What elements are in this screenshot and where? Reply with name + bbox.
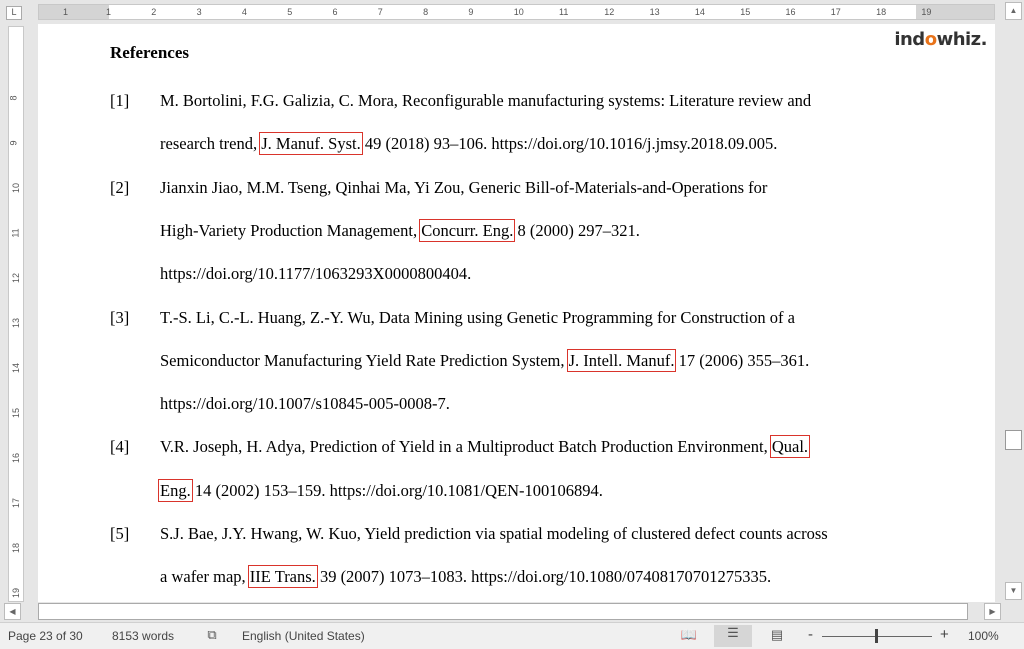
horizontal-scrollbar[interactable]: ◀ ▶ <box>0 602 1003 622</box>
zoom-out-button[interactable]: - <box>808 626 813 643</box>
reference-line: https://doi.org/10.1177/1063293X00008004… <box>160 264 471 284</box>
reference-line: M. Bortolini, F.G. Galizia, C. Mora, Rec… <box>160 91 811 111</box>
journal-highlight: IIE Trans. <box>247 565 318 589</box>
document-page[interactable]: indowhiz. References [1] M. Bortolini, F.… <box>38 24 995 602</box>
reference-text: 8 (2000) 297–321. <box>513 220 640 240</box>
ruler-tick: 19 <box>921 7 932 17</box>
ruler-tick: 11 <box>10 228 21 238</box>
ruler-tick: 8 <box>423 7 429 17</box>
web-layout-icon[interactable]: ▤ <box>768 627 786 645</box>
ruler-tick: 15 <box>740 7 751 17</box>
reference-line: Eng. 14 (2002) 153–159. https://doi.org/… <box>158 478 603 502</box>
ruler-tick: 10 <box>513 7 524 17</box>
reference-number: [1] <box>110 91 130 110</box>
ruler-tick: 9 <box>468 7 474 17</box>
journal-highlight: Qual. <box>769 435 811 459</box>
ruler-tick: 14 <box>11 362 22 374</box>
ruler-tick: 17 <box>830 7 841 17</box>
reference-text: 14 (2002) 153–159. https://doi.org/10.10… <box>190 480 603 500</box>
reference-line: a wafer map, IIE Trans. 39 (2007) 1073–1… <box>160 565 772 589</box>
vertical-scrollbar[interactable]: ▲ ▼ <box>1003 0 1024 602</box>
ruler-tick: 19 <box>11 587 22 599</box>
ruler-tick: 12 <box>604 7 615 17</box>
ruler-left-margin <box>39 5 109 19</box>
scroll-up-button[interactable]: ▲ <box>1005 2 1022 20</box>
reference-line: T.-S. Li, C.-L. Huang, Z.-Y. Wu, Data Mi… <box>160 308 795 328</box>
reference-text: 49 (2018) 93–106. https://doi.org/10.101… <box>360 134 778 154</box>
scroll-down-button[interactable]: ▼ <box>1005 582 1022 600</box>
ruler-tick: 8 <box>8 95 19 101</box>
horizontal-scroll-thumb[interactable] <box>38 603 968 620</box>
proofing-icon[interactable]: ⧉ <box>203 627 221 645</box>
reference-text: a wafer map, <box>160 567 250 587</box>
reference-number: [4] <box>110 437 130 457</box>
ruler-tick: 7 <box>377 7 383 17</box>
ruler-tick: 17 <box>11 497 22 509</box>
ruler-tick: 15 <box>11 407 22 419</box>
references-heading: References <box>110 43 189 62</box>
reference-text: Jianxin Jiao, M.M. Tseng, Qinhai Ma, Yi … <box>160 177 768 197</box>
journal-highlight: Eng. <box>158 478 193 502</box>
reference-line: High-Variety Production Management, Conc… <box>160 218 640 242</box>
ruler-tick: 13 <box>11 317 22 329</box>
reference-line: V.R. Joseph, H. Adya, Prediction of Yiel… <box>160 435 811 459</box>
read-mode-icon[interactable]: 📖 <box>680 627 698 645</box>
vertical-ruler[interactable]: 891011121314151617181920 <box>8 26 24 643</box>
status-bar: Page 23 of 30 8153 words ⧉ English (Unit… <box>0 622 1024 649</box>
reference-text: High-Variety Production Management, <box>160 220 422 240</box>
reference-text: Semiconductor Manufacturing Yield Rate P… <box>160 350 569 370</box>
reference-line: Jianxin Jiao, M.M. Tseng, Qinhai Ma, Yi … <box>160 178 767 198</box>
reference-number: [5] <box>110 524 130 543</box>
reference-text: research trend, <box>160 134 262 154</box>
ruler-tick: 18 <box>876 7 887 17</box>
word-count[interactable]: 8153 words <box>112 629 174 643</box>
reference-text: S.J. Bae, J.Y. Hwang, W. Kuo, Yield pred… <box>160 524 828 543</box>
page-count[interactable]: Page 23 of 30 <box>8 629 83 643</box>
reference-text: V.R. Joseph, H. Adya, Prediction of Yiel… <box>160 437 772 457</box>
ruler-tick: 6 <box>332 7 338 17</box>
ruler-tick: 14 <box>694 7 705 17</box>
reference-line: research trend, J. Manuf. Syst. 49 (2018… <box>160 132 778 156</box>
horizontal-ruler[interactable]: 1 1 2 3 4 5 6 7 8 9 10 11 12 13 14 15 16 17 18 19 <box>38 4 995 20</box>
ruler-tick: 13 <box>649 7 660 17</box>
reference-number: [2] <box>110 177 130 197</box>
ruler-tick: 1 <box>63 7 69 17</box>
vertical-scroll-thumb[interactable] <box>1005 430 1022 450</box>
ruler-tick: 16 <box>11 452 22 464</box>
ruler-tick: 18 <box>11 542 22 554</box>
ruler-tick: 9 <box>8 140 19 146</box>
reference-text: 17 (2006) 355–361. <box>674 350 810 370</box>
ruler-tick: 5 <box>287 7 293 17</box>
zoom-slider-thumb[interactable] <box>875 629 878 643</box>
ruler-tick: 11 <box>559 7 569 17</box>
reference-line: S.J. Bae, J.Y. Hwang, W. Kuo, Yield pred… <box>160 524 828 544</box>
reference-text: https://doi.org/10.1007/s10845-005-0008-… <box>160 394 450 414</box>
reference-line: Semiconductor Manufacturing Yield Rate P… <box>160 348 810 372</box>
language[interactable]: English (United States) <box>242 629 365 643</box>
reference-text: M. Bortolini, F.G. Galizia, C. Mora, Rec… <box>160 91 812 110</box>
reference-text: T.-S. Li, C.-L. Huang, Z.-Y. Wu, Data Mi… <box>160 307 795 327</box>
ruler-tick: 3 <box>196 7 202 17</box>
journal-highlight: J. Intell. Manuf. <box>566 348 677 372</box>
ruler-tick: 4 <box>241 7 247 17</box>
journal-highlight: Concurr. Eng. <box>419 218 516 242</box>
print-layout-icon[interactable]: ☰ <box>714 625 752 647</box>
zoom-in-button[interactable]: + <box>940 626 949 643</box>
reference-text: https://doi.org/10.1177/1063293X00008004… <box>160 264 472 284</box>
journal-highlight: J. Manuf. Syst. <box>259 132 363 156</box>
zoom-level[interactable]: 100% <box>968 629 999 643</box>
ruler-tick: 2 <box>151 7 157 17</box>
reference-text: 39 (2007) 1073–1083. https://doi.org/10.… <box>315 567 772 587</box>
ruler-tick: 12 <box>11 272 22 284</box>
scroll-left-button[interactable]: ◀ <box>4 603 21 620</box>
reference-number: [3] <box>110 307 130 327</box>
ruler-tick: 10 <box>11 182 22 194</box>
ruler-tick: 1 <box>106 7 112 17</box>
reference-line: https://doi.org/10.1007/s10845-005-0008-… <box>160 394 450 414</box>
ruler-tick: 16 <box>785 7 796 17</box>
scroll-right-button[interactable]: ▶ <box>984 603 1001 620</box>
tab-selector[interactable]: L <box>6 6 22 20</box>
indowhiz-logo: indowhiz. <box>894 29 987 50</box>
